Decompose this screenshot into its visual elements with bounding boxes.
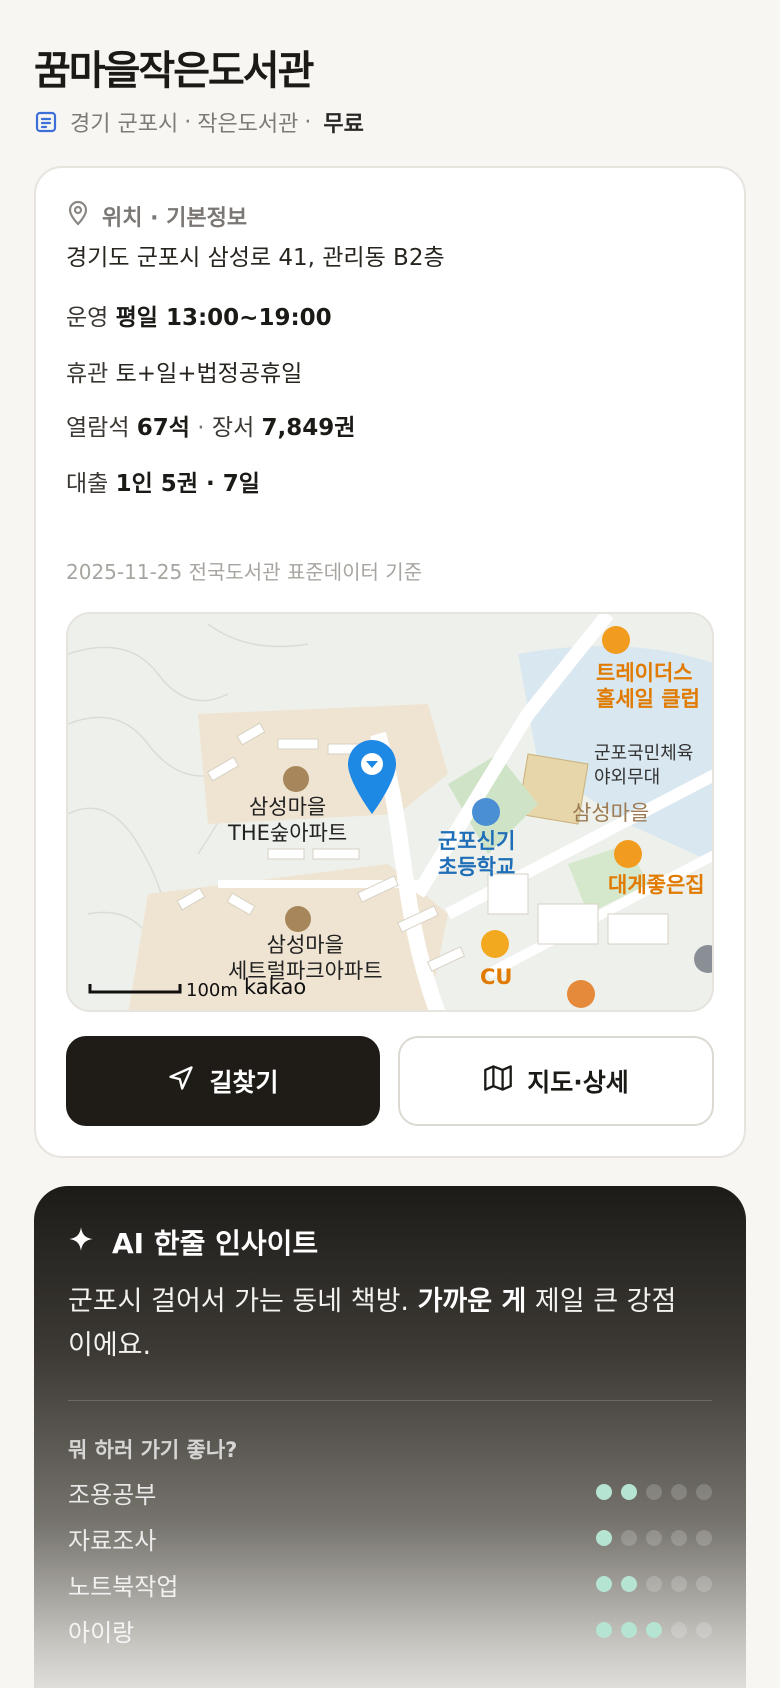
seats-value: 67석 <box>136 415 190 441</box>
rating-dots <box>596 1576 712 1592</box>
rating-dot-filled <box>596 1622 612 1638</box>
map-scale-label: 100m <box>186 980 238 1001</box>
ai-insight-title: AI 한줄 인사이트 <box>112 1227 319 1260</box>
rating-dot-filled <box>621 1622 637 1638</box>
map-label-village: 삼성마을 <box>572 801 650 825</box>
loan-value: 1인 5권 · 7일 <box>115 471 260 497</box>
activity-label: 아이랑 <box>68 1618 135 1647</box>
activity-question: 뭐 하러 가기 좋나? <box>68 1438 238 1462</box>
map-detail-button[interactable]: 지도·상세 <box>398 1036 714 1126</box>
loan-label: 대출 <box>66 471 109 497</box>
rating-dot-filled <box>621 1576 637 1592</box>
rating-dots <box>596 1622 712 1638</box>
data-source: 2025-11-25 전국도서관 표준데이터 기준 <box>66 560 423 584</box>
hours-value: 평일 13:00~19:00 <box>115 305 332 331</box>
ai-insight-header: AI 한줄 인사이트 <box>68 1222 318 1262</box>
capacity-row: 열람석 67석 · 장서 7,849권 <box>66 408 355 442</box>
activity-rating-row: 자료조사 <box>68 1518 712 1558</box>
rating-dot-filled <box>646 1622 662 1638</box>
map-label-market: 트레이더스 홀세일 클럽 <box>596 661 700 711</box>
rating-dot-empty <box>671 1530 687 1546</box>
page-title: 꿈마을작은도서관 <box>34 48 314 94</box>
activity-label: 노트북작업 <box>68 1572 179 1601</box>
separator: · <box>197 415 205 441</box>
activity-label: 자료조사 <box>68 1526 157 1555</box>
map-label-school: 군포신기 초등학교 <box>438 829 516 879</box>
map-label-cu: CU <box>480 965 513 989</box>
seats-label: 열람석 <box>66 415 130 441</box>
books-value: 7,849권 <box>261 415 356 441</box>
subtitle-row: 경기 군포시 · 작은도서관 · 무료 <box>34 106 364 138</box>
document-icon <box>34 110 58 134</box>
ai-insight-text: 군포시 걸어서 가는 동네 책방. 가까운 게 제일 큰 강점이에요. <box>68 1280 688 1368</box>
books-label: 장서 <box>211 415 255 441</box>
map-icon <box>483 1064 513 1098</box>
location-pin-icon <box>66 200 90 232</box>
rating-dot-empty <box>671 1484 687 1500</box>
hours-row: 운영 평일 13:00~19:00 <box>66 298 332 332</box>
separator: · <box>304 109 312 135</box>
directions-button[interactable]: 길찾기 <box>66 1036 380 1126</box>
rating-dot-filled <box>596 1530 612 1546</box>
rating-dots <box>596 1484 712 1500</box>
info-section-header: 위치 · 기본정보 <box>66 200 247 232</box>
closed-value: 토+일+법정공휴일 <box>115 361 303 387</box>
rating-dot-empty <box>696 1530 712 1546</box>
map-label-restaurant: 대게좋은집 <box>608 873 705 897</box>
region-text: 경기 군포시 <box>70 112 179 137</box>
rating-dot-empty <box>671 1622 687 1638</box>
rating-dot-empty <box>696 1622 712 1638</box>
activity-rating-row: 아이랑 <box>68 1610 712 1650</box>
ai-text-part: 군포시 걸어서 가는 동네 책방. <box>68 1286 418 1317</box>
rating-dot-filled <box>621 1484 637 1500</box>
divider <box>68 1400 712 1401</box>
info-card: 위치 · 기본정보 경기도 군포시 삼성로 41, 관리동 B2층 운영 평일 … <box>34 166 746 1158</box>
closed-row: 휴관 토+일+법정공휴일 <box>66 354 302 388</box>
section-title: 위치 · 기본정보 <box>102 206 248 231</box>
activity-label: 조용공부 <box>68 1480 157 1509</box>
activity-rating-row: 노트북작업 <box>68 1564 712 1604</box>
kakao-logo: kakao <box>244 975 307 999</box>
separator: · <box>184 109 192 135</box>
rating-dot-empty <box>671 1576 687 1592</box>
rating-dot-empty <box>696 1484 712 1500</box>
sparkle-icon <box>68 1226 94 1259</box>
loan-row: 대출 1인 5권 · 7일 <box>66 464 260 498</box>
map-label-stage: 군포국민체육 야외무대 <box>594 743 694 788</box>
rating-dot-empty <box>646 1530 662 1546</box>
map-pin-icon[interactable] <box>344 736 400 816</box>
map-label-apt1: 삼성마을 THE숲아파트 <box>228 795 348 845</box>
page: 꿈마을작은도서관 경기 군포시 · 작은도서관 · 무료 위치 · 기본정보 경… <box>0 0 780 1688</box>
closed-label: 휴관 <box>66 361 109 387</box>
activity-rating-row: 조용공부 <box>68 1472 712 1512</box>
directions-label: 길찾기 <box>209 1068 279 1097</box>
address-row: 경기도 군포시 삼성로 41, 관리동 B2층 <box>66 245 445 271</box>
navigation-arrow-icon <box>167 1064 195 1098</box>
rating-dot-filled <box>596 1576 612 1592</box>
hours-label: 운영 <box>66 305 109 331</box>
rating-dot-empty <box>696 1576 712 1592</box>
type-text: 작은도서관 <box>197 112 299 137</box>
map-detail-label: 지도·상세 <box>527 1068 629 1097</box>
rating-dots <box>596 1530 712 1546</box>
rating-dot-empty <box>621 1530 637 1546</box>
rating-dot-empty <box>646 1576 662 1592</box>
ai-insight-card: AI 한줄 인사이트 군포시 걸어서 가는 동네 책방. 가까운 게 제일 큰 … <box>34 1186 746 1688</box>
rating-dot-filled <box>596 1484 612 1500</box>
map-view[interactable]: 삼성마을 THE숲아파트 삼성마을 세트럴파크아파트 군포신기 초등학교 트레이… <box>66 612 714 1012</box>
fee-text: 무료 <box>323 112 364 137</box>
ai-text-highlight: 가까운 게 <box>417 1286 527 1317</box>
rating-dot-empty <box>646 1484 662 1500</box>
